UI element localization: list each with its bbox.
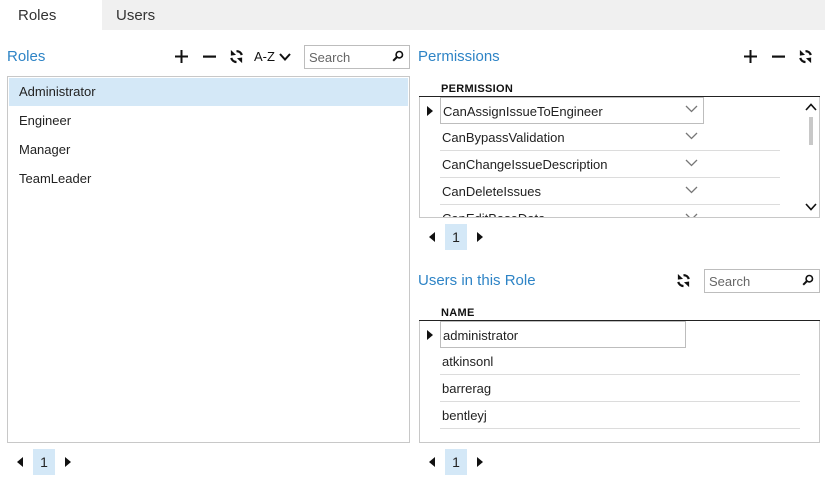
roles-search-box[interactable]	[304, 45, 410, 69]
triangle-right-icon	[427, 330, 433, 340]
sort-button[interactable]: A-Z	[254, 49, 291, 64]
chevron-down-icon[interactable]	[685, 132, 698, 140]
permission-column-header: PERMISSION	[441, 83, 514, 95]
triangle-right-icon	[477, 232, 483, 242]
permission-name: CanChangeIssueDescription	[440, 151, 780, 178]
chevron-down-icon[interactable]	[685, 159, 698, 167]
users-in-role-heading: Users in this Role	[418, 272, 536, 289]
refresh-icon	[230, 49, 243, 64]
chevron-up-icon[interactable]	[805, 103, 817, 111]
triangle-left-icon	[17, 457, 23, 467]
users-search-box[interactable]	[704, 269, 820, 293]
triangle-right-icon	[65, 457, 71, 467]
remove-permission-button[interactable]	[770, 47, 786, 68]
permissions-grid: CanAssignIssueToEngineer CanBypassValida…	[419, 97, 820, 218]
refresh-icon	[677, 273, 690, 288]
role-item-teamleader[interactable]: TeamLeader	[9, 165, 408, 193]
minus-icon	[771, 55, 785, 58]
triangle-right-icon	[477, 457, 483, 467]
page-number-button[interactable]: 1	[445, 224, 467, 250]
magnifier-icon[interactable]	[392, 50, 404, 62]
refresh-permissions-button[interactable]	[798, 49, 813, 67]
plus-icon	[743, 50, 757, 63]
role-item-manager[interactable]: Manager	[9, 136, 408, 164]
triangle-right-icon	[427, 106, 433, 116]
users-grid: administrator atkinsonl barrerag bentley…	[419, 321, 820, 443]
next-page-button[interactable]	[471, 449, 489, 475]
roles-pager: 1	[11, 449, 77, 475]
tab-roles[interactable]: Roles	[0, 0, 102, 30]
permission-row[interactable]: CanChangeIssueDescription	[420, 151, 804, 178]
triangle-left-icon	[429, 457, 435, 467]
user-name: atkinsonl	[440, 348, 800, 375]
next-page-button[interactable]	[59, 449, 77, 475]
user-name: barrerag	[440, 375, 800, 402]
user-name: bentleyj	[440, 402, 800, 429]
permission-row[interactable]: CanAssignIssueToEngineer	[420, 97, 804, 124]
magnifier-icon[interactable]	[802, 274, 814, 286]
user-row[interactable]: atkinsonl	[420, 348, 804, 375]
permission-row[interactable]: CanEditBaseData	[420, 205, 804, 218]
permissions-pager: 1	[423, 224, 489, 250]
roles-search-input[interactable]	[309, 48, 387, 66]
page-number-button[interactable]: 1	[33, 449, 55, 475]
sort-label: A-Z	[254, 49, 275, 64]
add-role-button[interactable]	[173, 47, 189, 68]
user-row[interactable]: bentleyj	[420, 402, 804, 429]
refresh-roles-button[interactable]	[229, 49, 244, 67]
tab-users[interactable]: Users	[98, 0, 178, 30]
plus-icon	[174, 50, 188, 63]
tab-strip: Roles Users	[0, 0, 825, 30]
scrollbar-thumb[interactable]	[809, 117, 813, 145]
next-page-button[interactable]	[471, 224, 489, 250]
name-column-header: NAME	[441, 307, 475, 319]
user-row[interactable]: administrator	[420, 321, 804, 348]
permissions-heading: Permissions	[418, 48, 500, 65]
remove-role-button[interactable]	[201, 47, 217, 68]
roles-list: Administrator Engineer Manager TeamLeade…	[7, 76, 410, 443]
users-search-input[interactable]	[709, 272, 797, 290]
role-item-administrator[interactable]: Administrator	[9, 78, 408, 106]
triangle-left-icon	[429, 232, 435, 242]
permission-name: CanAssignIssueToEngineer	[440, 97, 704, 124]
permission-row[interactable]: CanBypassValidation	[420, 124, 804, 151]
add-permission-button[interactable]	[742, 47, 758, 68]
user-name: administrator	[440, 321, 686, 348]
page-number-button[interactable]: 1	[445, 449, 467, 475]
chevron-down-icon	[279, 52, 291, 61]
chevron-down-icon[interactable]	[685, 186, 698, 194]
permissions-scrollbar[interactable]	[803, 97, 819, 217]
refresh-users-button[interactable]	[676, 273, 691, 291]
chevron-down-icon[interactable]	[805, 203, 817, 211]
minus-icon	[202, 55, 216, 58]
roles-heading: Roles	[7, 48, 46, 65]
role-item-engineer[interactable]: Engineer	[9, 107, 408, 135]
prev-page-button[interactable]	[423, 224, 441, 250]
prev-page-button[interactable]	[11, 449, 29, 475]
user-row[interactable]: barrerag	[420, 375, 804, 402]
chevron-down-icon[interactable]	[685, 105, 698, 113]
refresh-icon	[799, 49, 812, 64]
permission-name: CanEditBaseData	[440, 205, 780, 217]
users-pager: 1	[423, 449, 489, 475]
chevron-down-icon[interactable]	[685, 213, 698, 218]
permission-name: CanBypassValidation	[440, 124, 780, 151]
prev-page-button[interactable]	[423, 449, 441, 475]
permission-name: CanDeleteIssues	[440, 178, 780, 205]
permission-row[interactable]: CanDeleteIssues	[420, 178, 804, 205]
